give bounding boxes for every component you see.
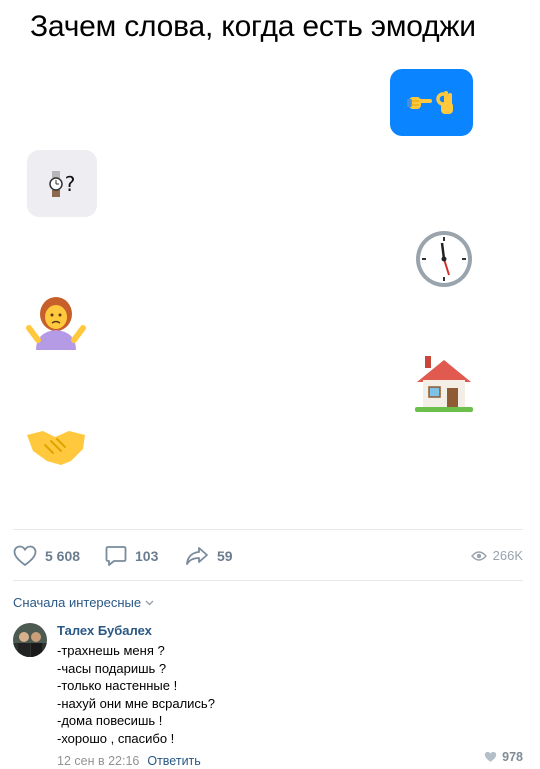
- outgoing-message-bubble: [390, 69, 473, 136]
- clock-emoji-icon: [416, 231, 472, 287]
- incoming-message-text: ?: [64, 171, 76, 196]
- avatar-photo-icon: [13, 623, 47, 657]
- comments-sort-dropdown[interactable]: Сначала интересные: [13, 595, 154, 610]
- comment-like-count: 978: [502, 750, 523, 764]
- comment-like-button[interactable]: 978: [484, 750, 523, 764]
- comment-line: -трахнешь меня ?: [57, 643, 165, 658]
- handshake-emoji-icon: [27, 431, 85, 465]
- post-title: Зачем слова, когда есть эмоджи: [30, 10, 476, 43]
- share-icon: [186, 547, 208, 565]
- ok-hand-emoji-icon: [435, 90, 453, 114]
- like-count: 5 608: [45, 548, 81, 564]
- comment-line: -часы подаришь ?: [57, 660, 167, 676]
- heart-icon: [13, 545, 37, 567]
- comment-line: -только настенные !: [57, 678, 178, 694]
- comment-date[interactable]: 12 сен в 22:16: [57, 754, 139, 768]
- stats-divider-bottom: [13, 580, 523, 581]
- chevron-down-icon: [145, 600, 154, 605]
- like-button[interactable]: 5 608: [13, 544, 80, 568]
- share-count: 59: [217, 548, 233, 564]
- reply-button[interactable]: Ответить: [147, 754, 200, 768]
- stats-divider-top: [13, 529, 523, 530]
- woman-shrugging-emoji-icon: [26, 297, 86, 350]
- avatar[interactable]: [13, 623, 47, 657]
- heart-icon: [484, 751, 497, 762]
- comment-line: -хорошо , спасибо !: [57, 730, 175, 746]
- views-count: 266K: [492, 548, 523, 563]
- eye-icon: [470, 551, 487, 561]
- share-button[interactable]: 59: [185, 544, 233, 568]
- point-right-emoji-icon: [406, 96, 432, 109]
- comment-button[interactable]: 103: [105, 544, 158, 568]
- post-stats-bar: 5 608 103 59 266K: [13, 544, 523, 568]
- views-counter: 266K: [470, 544, 523, 568]
- comment-body: Талех Бубалех -трахнешь меня ? -часы под…: [57, 623, 522, 768]
- comment-line: -дома повесишь !: [57, 713, 163, 729]
- comment-count: 103: [135, 548, 159, 564]
- comment-line: -нахуй они мне всрались?: [57, 695, 215, 711]
- comment-icon: [105, 546, 127, 566]
- comment-author[interactable]: Талех Бубалех: [57, 623, 522, 639]
- house-emoji-icon: [415, 356, 473, 412]
- comment-meta: 12 сен в 22:16 Ответить: [57, 754, 522, 768]
- sort-label: Сначала интересные: [13, 595, 142, 610]
- watch-emoji-icon: [48, 170, 63, 197]
- incoming-message-bubble: ?: [27, 150, 97, 217]
- comment-text: -трахнешь меня ? -часы подаришь ? -тольк…: [57, 642, 522, 748]
